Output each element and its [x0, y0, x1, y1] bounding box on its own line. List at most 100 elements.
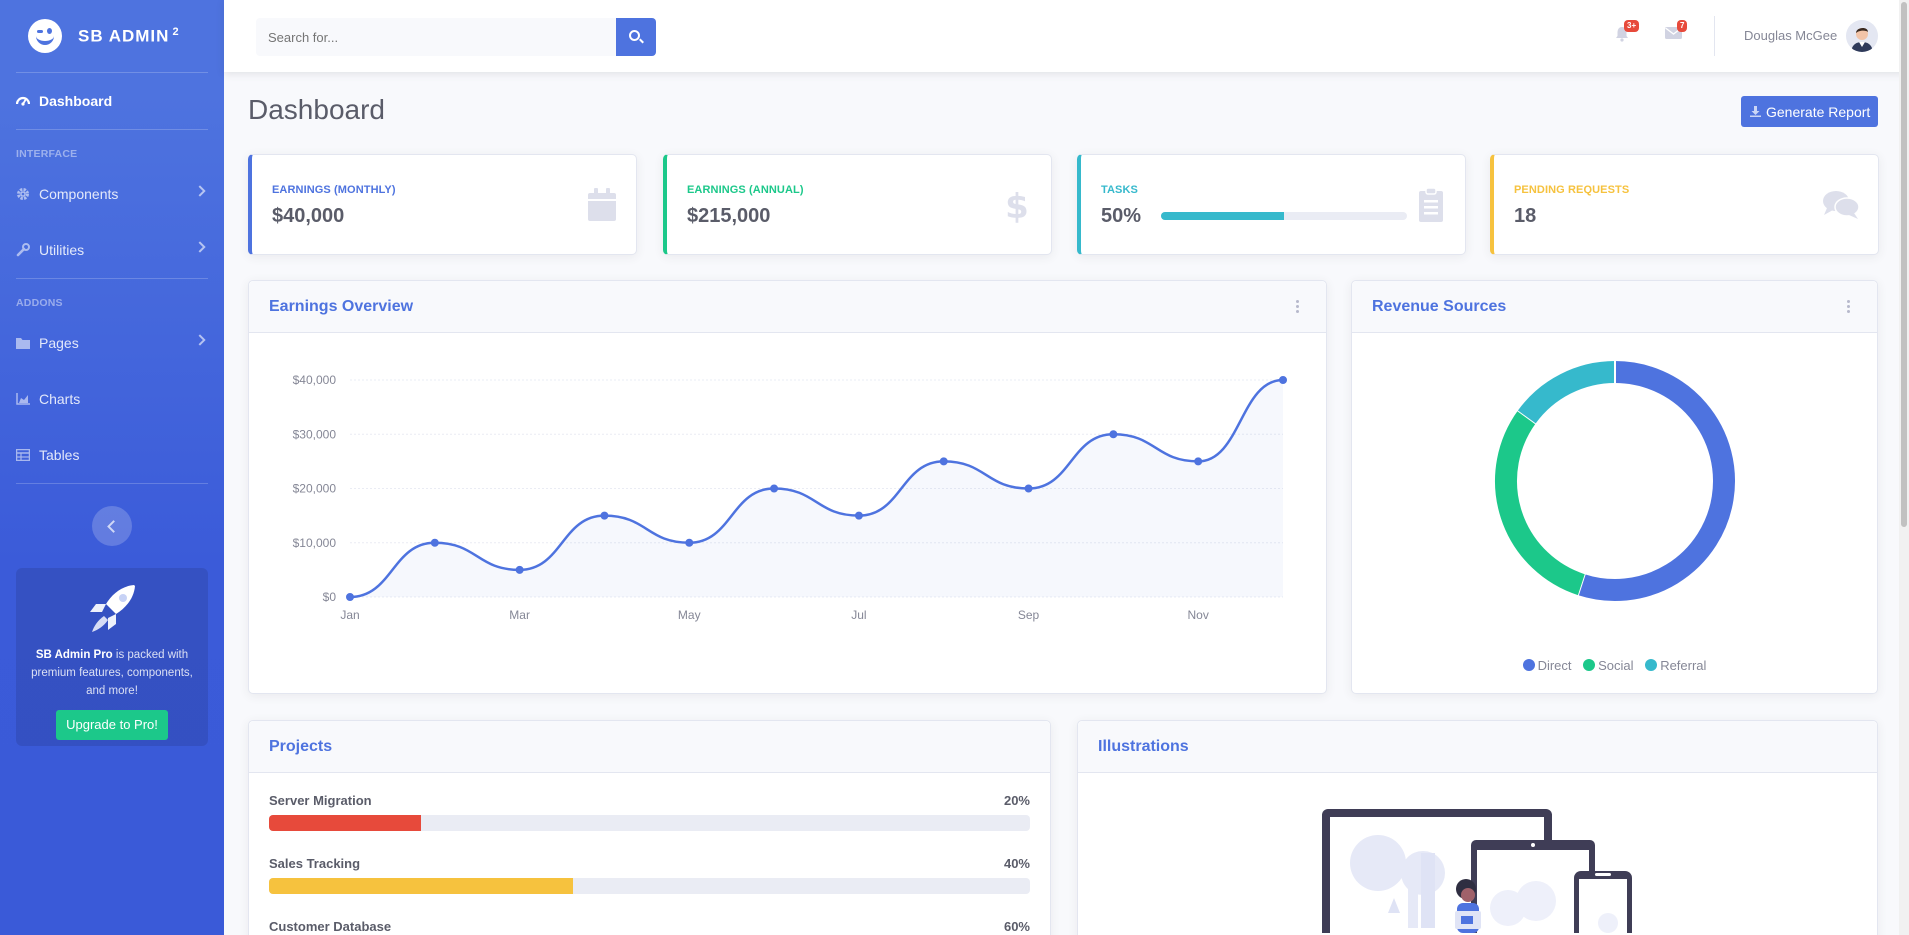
stat-value: $215,000 [687, 205, 771, 227]
x-tick-label: Nov [1188, 608, 1209, 622]
project-progress-fill [269, 815, 422, 831]
svg-text:$: $ [1005, 187, 1029, 223]
stat-label: Tasks [1101, 184, 1138, 196]
wrench-icon [16, 243, 30, 257]
data-point [430, 538, 439, 547]
sidebar: SB Admin 2 Dashboard Interface Components… [0, 0, 224, 935]
legend-swatch [1583, 659, 1596, 671]
projects-header: Projects [249, 721, 1050, 773]
stat-label: Pending Requests [1514, 184, 1630, 196]
avatar[interactable] [1846, 20, 1878, 52]
messages-button[interactable]: 7 [1665, 20, 1688, 42]
sidebar-item-label: Components [39, 186, 119, 202]
project-percent: 20% [1003, 793, 1030, 808]
stat-card-earnings-monthly: Earnings (Monthly) $40,000 [248, 154, 637, 255]
tasks-progress-bar [1161, 212, 1407, 220]
user-name[interactable]: Douglas McGee [1744, 28, 1837, 43]
search-button[interactable] [616, 18, 656, 56]
sidebar-item-tables[interactable]: Tables [0, 427, 224, 483]
x-tick-label: May [678, 608, 701, 622]
brand-link[interactable]: SB Admin 2 [0, 0, 224, 72]
data-point [1109, 430, 1118, 439]
slice-direct [1577, 361, 1735, 601]
comments-icon [1823, 191, 1860, 219]
sidebar-item-label: Charts [39, 391, 81, 407]
search-input[interactable] [256, 18, 617, 56]
legend-label: Social [1598, 658, 1634, 673]
topbar: 3+ 7 Douglas McGee [224, 0, 1909, 72]
tasks-progress-fill [1161, 212, 1284, 220]
sidebar-item-label: Tables [39, 447, 80, 463]
chart-legend: Direct Social Referral [1352, 658, 1877, 673]
chart-area-icon [16, 392, 30, 406]
data-point [770, 484, 779, 493]
folder-icon [16, 336, 30, 350]
sidebar-item-components[interactable]: Components [0, 166, 224, 222]
sidebar-promo-card: SB Admin Pro is packed with premium feat… [16, 568, 208, 746]
data-point [346, 593, 354, 601]
table-icon [16, 448, 30, 462]
scrollbar-thumb[interactable] [1901, 2, 1907, 527]
slice-social [1495, 410, 1585, 596]
messages-badge: 7 [1677, 20, 1688, 32]
legend-label: Direct [1537, 658, 1572, 673]
sidebar-item-pages[interactable]: Pages [0, 315, 224, 371]
download-icon [1750, 106, 1761, 117]
stat-card-earnings-annual: Earnings (Annual) $215,000 $ [663, 154, 1052, 255]
y-tick-label: $30,000 [293, 427, 337, 441]
user-avatar-icon [1846, 20, 1878, 52]
projects-card: Projects Server Migration 20% Sales Trac… [248, 720, 1051, 935]
ellipsis-vertical-icon[interactable] [1296, 300, 1300, 314]
y-tick-label: $40,000 [293, 373, 337, 387]
x-tick-label: Jan [340, 608, 359, 622]
data-point [685, 538, 694, 547]
data-point [939, 457, 948, 466]
stat-value: $40,000 [272, 205, 345, 227]
project-item: Customer Database 60% [269, 899, 1030, 935]
project-name: Sales Tracking [269, 856, 361, 871]
rocket-icon [82, 582, 142, 638]
sidebar-item-label: Pages [39, 335, 79, 351]
sidebar-item-utilities[interactable]: Utilities [0, 222, 224, 278]
upgrade-button[interactable]: Upgrade to Pro! [56, 710, 168, 740]
page-scrollbar[interactable] [1899, 0, 1909, 935]
sidebar-toggle-button[interactable] [92, 506, 132, 546]
sidebar-item-label: Utilities [39, 242, 85, 258]
data-point [1194, 457, 1203, 466]
stat-label: Earnings (Monthly) [272, 184, 396, 196]
devices-illustration [1322, 809, 1632, 933]
chevron-right-icon [194, 185, 206, 197]
project-progress-fill [269, 878, 574, 894]
data-point [515, 565, 524, 574]
project-percent: 60% [1003, 919, 1030, 934]
cog-icon [16, 187, 30, 201]
legend-item-direct[interactable]: Direct [1522, 658, 1572, 673]
data-point [1279, 376, 1287, 384]
sidebar-item-dashboard[interactable]: Dashboard [0, 73, 224, 129]
alerts-button[interactable]: 3+ [1614, 20, 1640, 42]
revenue-sources-header: Revenue Sources [1352, 281, 1877, 333]
y-tick-label: $20,000 [293, 482, 337, 496]
earnings-overview-card: Earnings Overview $0 $10,000 $20,000 $30,00… [248, 280, 1327, 694]
legend-swatch [1522, 659, 1535, 671]
brand-name: SB Admin 2 [78, 25, 180, 46]
y-tick-label: $0 [323, 590, 337, 604]
sidebar-item-charts[interactable]: Charts [0, 371, 224, 427]
topbar-divider [1714, 16, 1715, 56]
project-item: Sales Tracking 40% [269, 836, 1030, 899]
legend-item-referral[interactable]: Referral [1645, 658, 1706, 673]
sidebar-item-label: Dashboard [39, 93, 113, 109]
data-point [600, 511, 609, 520]
dollar-icon: $ [1005, 187, 1029, 223]
x-tick-label: Sep [1018, 608, 1040, 622]
slice-referral [1517, 361, 1616, 424]
ellipsis-vertical-icon[interactable] [1847, 300, 1851, 314]
project-progress-bar [269, 815, 1030, 831]
data-point [854, 511, 863, 520]
legend-item-social[interactable]: Social [1583, 658, 1634, 673]
search-form [256, 18, 656, 56]
illustrations-card: Illustrations [1077, 720, 1878, 935]
sidebar-divider [16, 483, 208, 484]
y-tick-label: $10,000 [293, 536, 337, 550]
generate-report-button[interactable]: Generate Report [1741, 96, 1878, 127]
